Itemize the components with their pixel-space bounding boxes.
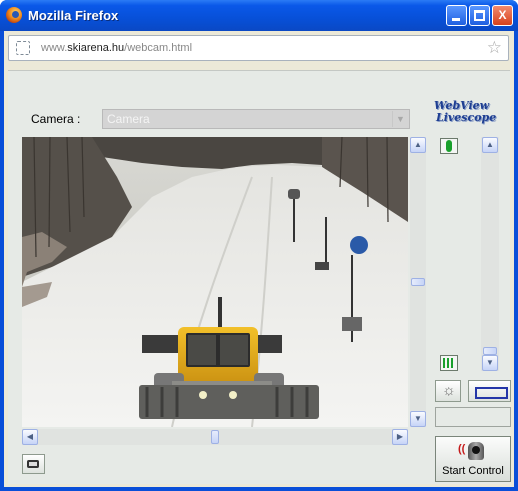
page-icon	[16, 41, 30, 55]
minimize-button[interactable]	[446, 5, 467, 26]
webcam-page: Camera : Camera ▼ WebView Livescope ▲ ▼ …	[8, 70, 511, 484]
browser-client-area: www.skiarena.hu/webcam.html ☆ Camera : C…	[4, 31, 514, 487]
url-text[interactable]: www.skiarena.hu/webcam.html	[41, 42, 192, 54]
zoom-out-icon[interactable]	[440, 355, 458, 371]
scroll-up-button[interactable]: ▲	[410, 137, 426, 153]
logo-line-2: Livescope	[436, 111, 497, 124]
camera-select-value: Camera	[107, 112, 150, 126]
camera-label: Camera :	[31, 112, 81, 126]
url-prefix: www.	[41, 42, 68, 54]
frame-icon[interactable]	[468, 380, 511, 402]
signal-waves: ((	[458, 443, 466, 455]
title-bar[interactable]: Mozilla Firefox X	[0, 0, 518, 31]
status-box	[435, 407, 511, 427]
ptz-camera-icon: ((	[458, 440, 486, 462]
horizontal-scroll-thumb[interactable]	[211, 430, 219, 444]
start-control-button[interactable]: (( Start Control	[435, 436, 511, 482]
chevron-down-icon[interactable]: ▼	[392, 111, 408, 127]
zoom-down-button[interactable]: ▼	[482, 355, 498, 371]
vertical-scroll-thumb[interactable]	[411, 278, 425, 286]
video-horizontal-scrollbar[interactable]: ◀ ▶	[22, 429, 408, 445]
scroll-down-button[interactable]: ▼	[410, 411, 426, 427]
preset-icon[interactable]	[435, 380, 461, 402]
video-vertical-scrollbar[interactable]: ▲ ▼	[410, 137, 426, 427]
zoom-slider-thumb[interactable]	[483, 347, 497, 355]
firefox-icon	[6, 7, 22, 23]
maximize-icon	[474, 10, 485, 21]
zoom-in-icon[interactable]	[440, 138, 458, 154]
window-title: Mozilla Firefox	[28, 8, 119, 23]
zoom-up-button[interactable]: ▲	[482, 137, 498, 153]
scroll-left-button[interactable]: ◀	[22, 429, 38, 445]
ski-slope-scene	[22, 137, 408, 427]
webcam-image[interactable]	[22, 137, 408, 427]
url-host: skiarena.hu	[67, 42, 125, 54]
start-control-label: Start Control	[442, 465, 504, 477]
address-bar[interactable]: www.skiarena.hu/webcam.html ☆	[8, 35, 509, 61]
minimize-icon	[452, 18, 460, 21]
zoom-slider[interactable]: ▲ ▼	[481, 137, 499, 371]
close-button[interactable]: X	[492, 5, 513, 26]
url-path: /webcam.html	[124, 42, 193, 54]
webview-livescope-logo: WebView Livescope	[434, 100, 510, 130]
bookmark-star-icon[interactable]: ☆	[487, 38, 502, 58]
maximize-button[interactable]	[469, 5, 490, 26]
camera-snapshot-icon[interactable]	[22, 454, 45, 474]
scroll-right-button[interactable]: ▶	[392, 429, 408, 445]
camera-select[interactable]: Camera ▼	[102, 109, 410, 129]
browser-window: Mozilla Firefox X www.skiarena.hu/webcam…	[0, 0, 518, 491]
